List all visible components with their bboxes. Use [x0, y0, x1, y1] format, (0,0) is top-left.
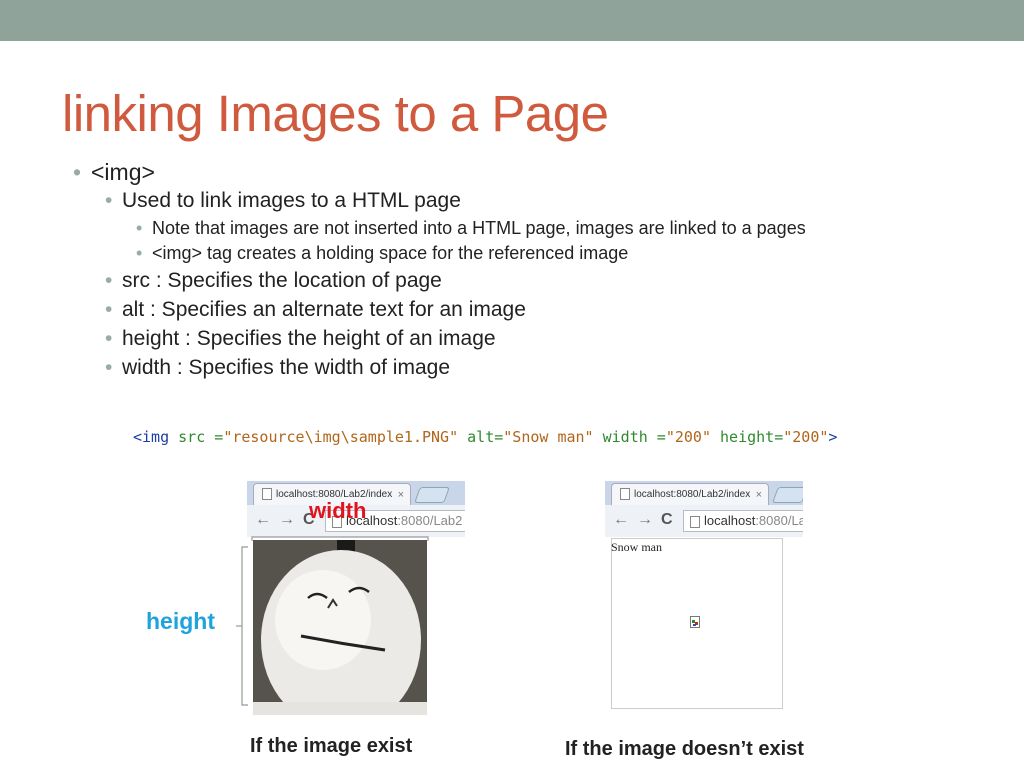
bullet-holding-space: • <img> tag creates a holding space for t… [136, 243, 629, 263]
height-bracket [236, 546, 248, 706]
new-tab-icon [772, 487, 803, 503]
bullet-img-tag: • <img> [73, 159, 155, 185]
bullet-alt: • alt : Specifies an alternate text for a… [105, 298, 526, 321]
caption-image-exists: If the image exist [250, 735, 413, 757]
close-icon: × [755, 489, 762, 501]
top-banner [0, 0, 1024, 41]
bullet-src: • src : Specifies the location of page [105, 269, 442, 292]
forward-arrow-icon: → [637, 511, 653, 528]
slide-title: linking Images to a Page [62, 85, 609, 142]
caption-image-not-exists: If the image doesn’t exist [565, 738, 804, 760]
code-snippet: <img src ="resource\img\sample1.PNG" alt… [133, 428, 838, 446]
bullet-note: • Note that images are not inserted into … [136, 218, 806, 238]
back-arrow-icon: ← [613, 511, 629, 528]
width-label: width [309, 498, 367, 523]
page-icon [690, 515, 700, 528]
broken-image-icon [690, 616, 700, 628]
snowman-image [253, 540, 427, 715]
address-bar: localhost:8080/La [683, 510, 803, 532]
reload-icon: C [661, 511, 673, 528]
close-icon: × [397, 489, 404, 501]
new-tab-icon [414, 487, 450, 503]
browser-tab: localhost:8080/Lab2/index × [611, 483, 769, 506]
bullet-width: • width : Specifies the width of image [105, 356, 451, 379]
page-icon [620, 488, 630, 501]
browser-screenshot-right: localhost:8080/Lab2/index × ← → C localh… [605, 481, 803, 537]
browser-toolbar: ← → C localhost:8080/La [605, 505, 803, 537]
page-icon [262, 488, 272, 501]
height-label: height [146, 608, 215, 634]
alt-text: Snow man [611, 540, 662, 554]
tab-strip: localhost:8080/Lab2/index × [605, 481, 803, 506]
bullet-height: • height : Specifies the height of an ima… [105, 327, 496, 350]
bullet-used-to-link: • Used to link images to a HTML page [105, 189, 461, 212]
